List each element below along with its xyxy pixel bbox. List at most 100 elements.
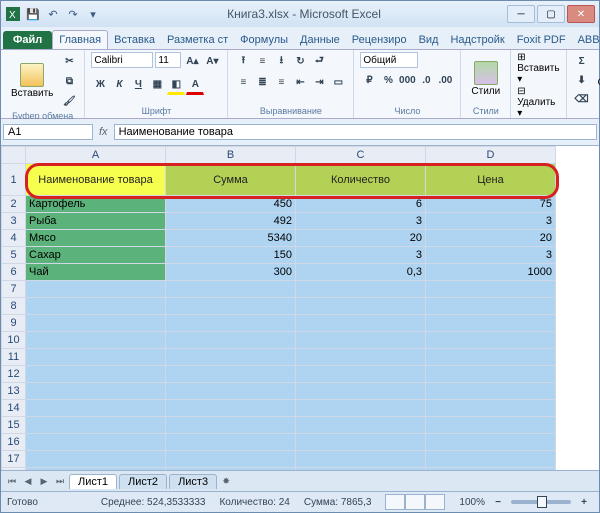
data-cell[interactable]: 75 bbox=[426, 196, 556, 213]
underline-button[interactable]: Ч bbox=[129, 75, 147, 93]
orientation-icon[interactable]: ↻ bbox=[291, 52, 309, 70]
header-cell[interactable]: Цена bbox=[426, 164, 556, 196]
font-name-input[interactable] bbox=[91, 52, 153, 68]
empty-cell[interactable] bbox=[166, 315, 296, 332]
data-cell[interactable]: 5340 bbox=[166, 230, 296, 247]
empty-cell[interactable] bbox=[26, 298, 166, 315]
tab-layout[interactable]: Разметка ст bbox=[161, 31, 234, 49]
row-header[interactable]: 3 bbox=[2, 213, 26, 230]
empty-cell[interactable] bbox=[296, 434, 426, 451]
empty-cell[interactable] bbox=[296, 417, 426, 434]
empty-cell[interactable] bbox=[426, 434, 556, 451]
align-center-icon[interactable]: ≣ bbox=[253, 73, 271, 91]
empty-cell[interactable] bbox=[166, 281, 296, 298]
align-mid-icon[interactable]: ≡ bbox=[253, 52, 271, 70]
empty-cell[interactable] bbox=[426, 298, 556, 315]
empty-cell[interactable] bbox=[26, 332, 166, 349]
fx-icon[interactable]: fx bbox=[93, 126, 114, 138]
zoom-out-button[interactable]: − bbox=[489, 493, 507, 511]
save-icon[interactable]: 💾 bbox=[25, 6, 41, 22]
data-cell[interactable]: 3 bbox=[426, 247, 556, 264]
header-cell[interactable]: Количество bbox=[296, 164, 426, 196]
empty-cell[interactable] bbox=[26, 366, 166, 383]
tab-data[interactable]: Данные bbox=[294, 31, 346, 49]
tab-nav-next-icon[interactable]: ▶ bbox=[37, 474, 51, 488]
data-cell[interactable]: 150 bbox=[166, 247, 296, 264]
data-cell[interactable]: Мясо bbox=[26, 230, 166, 247]
empty-cell[interactable] bbox=[166, 434, 296, 451]
data-cell[interactable]: 3 bbox=[426, 213, 556, 230]
empty-cell[interactable] bbox=[426, 417, 556, 434]
italic-button[interactable]: К bbox=[110, 75, 128, 93]
minimize-button[interactable]: ─ bbox=[507, 5, 535, 23]
tab-view[interactable]: Вид bbox=[413, 31, 445, 49]
sheet-tab-2[interactable]: Лист2 bbox=[119, 474, 167, 489]
data-cell[interactable]: 20 bbox=[296, 230, 426, 247]
row-header[interactable]: 15 bbox=[2, 417, 26, 434]
copy-icon[interactable]: ⧉ bbox=[60, 72, 78, 90]
tab-home[interactable]: Главная bbox=[52, 30, 108, 49]
data-cell[interactable]: 20 bbox=[426, 230, 556, 247]
empty-cell[interactable] bbox=[296, 332, 426, 349]
tab-abbyy[interactable]: ABBYY PDF bbox=[572, 31, 600, 49]
empty-cell[interactable] bbox=[26, 349, 166, 366]
empty-cell[interactable] bbox=[296, 349, 426, 366]
empty-cell[interactable] bbox=[26, 434, 166, 451]
tab-nav-last-icon[interactable]: ⏭ bbox=[53, 474, 67, 488]
view-layout-button[interactable] bbox=[405, 494, 425, 510]
align-bot-icon[interactable]: ⭳ bbox=[272, 52, 290, 70]
row-header[interactable]: 6 bbox=[2, 264, 26, 281]
data-cell[interactable]: Рыба bbox=[26, 213, 166, 230]
empty-cell[interactable] bbox=[26, 315, 166, 332]
tab-nav-first-icon[interactable]: ⏮ bbox=[5, 474, 19, 488]
autosum-icon[interactable]: Σ bbox=[573, 52, 591, 70]
header-cell[interactable]: Сумма bbox=[166, 164, 296, 196]
col-header[interactable]: C bbox=[296, 147, 426, 164]
empty-cell[interactable] bbox=[166, 417, 296, 434]
empty-cell[interactable] bbox=[166, 451, 296, 468]
view-normal-button[interactable] bbox=[385, 494, 405, 510]
empty-cell[interactable] bbox=[296, 383, 426, 400]
empty-cell[interactable] bbox=[166, 383, 296, 400]
tab-foxit[interactable]: Foxit PDF bbox=[511, 31, 572, 49]
data-cell[interactable]: Картофель bbox=[26, 196, 166, 213]
data-cell[interactable]: Чай bbox=[26, 264, 166, 281]
row-header[interactable]: 18 bbox=[2, 468, 26, 471]
empty-cell[interactable] bbox=[26, 400, 166, 417]
empty-cell[interactable] bbox=[426, 332, 556, 349]
merge-icon[interactable]: ▭ bbox=[329, 73, 347, 91]
data-cell[interactable]: 6 bbox=[296, 196, 426, 213]
row-header[interactable]: 2 bbox=[2, 196, 26, 213]
sheet-tab-1[interactable]: Лист1 bbox=[69, 474, 117, 489]
comma-icon[interactable]: 000 bbox=[398, 71, 416, 89]
empty-cell[interactable] bbox=[26, 468, 166, 471]
maximize-button[interactable]: ▢ bbox=[537, 5, 565, 23]
row-header[interactable]: 17 bbox=[2, 451, 26, 468]
fill-color-icon[interactable]: ◧ bbox=[167, 75, 185, 95]
data-cell[interactable]: 450 bbox=[166, 196, 296, 213]
data-cell[interactable]: 1000 bbox=[426, 264, 556, 281]
select-all-corner[interactable] bbox=[2, 147, 26, 164]
align-left-icon[interactable]: ≡ bbox=[234, 73, 252, 91]
empty-cell[interactable] bbox=[296, 281, 426, 298]
row-header[interactable]: 4 bbox=[2, 230, 26, 247]
col-header[interactable]: A bbox=[26, 147, 166, 164]
empty-cell[interactable] bbox=[426, 366, 556, 383]
empty-cell[interactable] bbox=[296, 366, 426, 383]
tab-review[interactable]: Рецензиро bbox=[346, 31, 413, 49]
empty-cell[interactable] bbox=[296, 298, 426, 315]
empty-cell[interactable] bbox=[426, 281, 556, 298]
tab-nav-prev-icon[interactable]: ◀ bbox=[21, 474, 35, 488]
wrap-icon[interactable]: ⮐ bbox=[310, 52, 328, 70]
grid-scroll[interactable]: ABCD1Наименование товараСуммаКоличествоЦ… bbox=[1, 146, 599, 470]
align-top-icon[interactable]: ⭱ bbox=[234, 52, 252, 70]
percent-icon[interactable]: % bbox=[379, 71, 397, 89]
tab-insert[interactable]: Вставка bbox=[108, 31, 161, 49]
name-box[interactable] bbox=[3, 124, 93, 140]
row-header[interactable]: 11 bbox=[2, 349, 26, 366]
empty-cell[interactable] bbox=[296, 468, 426, 471]
tab-formulas[interactable]: Формулы bbox=[234, 31, 294, 49]
data-cell[interactable]: 3 bbox=[296, 247, 426, 264]
empty-cell[interactable] bbox=[166, 366, 296, 383]
formula-input[interactable] bbox=[114, 124, 597, 140]
